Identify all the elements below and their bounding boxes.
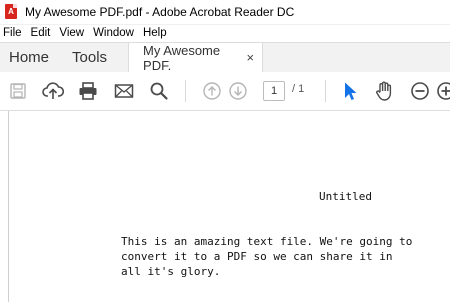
document-heading: Untitled xyxy=(319,190,372,203)
document-line: This is an amazing text file. We're goin… xyxy=(121,235,413,248)
page-edge xyxy=(8,111,9,302)
window-title: My Awesome PDF.pdf - Adobe Acrobat Reade… xyxy=(25,5,295,19)
page-up-icon[interactable] xyxy=(200,79,224,103)
acrobat-reader-icon: A xyxy=(5,4,19,20)
menu-bar: File Edit View Window Help xyxy=(0,25,450,41)
document-view[interactable]: Untitled This is an amazing text file. W… xyxy=(0,111,450,302)
zoom-in-icon[interactable] xyxy=(434,79,450,103)
page-total: / 1 xyxy=(292,83,305,95)
menu-view[interactable]: View xyxy=(55,27,89,39)
toolbar-divider xyxy=(325,80,326,102)
email-icon[interactable] xyxy=(112,79,136,103)
menu-file[interactable]: File xyxy=(0,27,27,39)
print-icon[interactable] xyxy=(76,79,100,103)
menu-window[interactable]: Window xyxy=(89,27,139,39)
tab-document[interactable]: My Awesome PDF. × xyxy=(128,42,264,73)
page-down-icon[interactable] xyxy=(226,79,250,103)
toolbar: 1 / 1 xyxy=(0,72,450,111)
tab-home[interactable]: Home xyxy=(0,43,63,72)
close-tab-button[interactable]: × xyxy=(246,50,254,65)
menu-edit[interactable]: Edit xyxy=(27,27,56,39)
tab-bar: Home Tools My Awesome PDF. × xyxy=(0,42,450,73)
document-line: all it's glory. xyxy=(121,265,221,278)
document-line: convert it to a PDF so we can share it i… xyxy=(121,250,393,263)
hand-tool-icon[interactable] xyxy=(373,79,397,103)
upload-icon[interactable] xyxy=(41,79,65,103)
title-bar: A My Awesome PDF.pdf - Adobe Acrobat Rea… xyxy=(0,0,450,25)
tab-document-label: My Awesome PDF. xyxy=(143,42,221,73)
page-number-input[interactable]: 1 xyxy=(263,81,285,101)
select-cursor-icon[interactable] xyxy=(338,79,362,103)
document-body: This is an amazing text file. We're goin… xyxy=(121,234,441,279)
save-icon[interactable] xyxy=(6,79,30,103)
menu-help[interactable]: Help xyxy=(139,27,172,39)
search-icon[interactable] xyxy=(147,79,171,103)
toolbar-divider xyxy=(185,80,186,102)
tab-tools[interactable]: Tools xyxy=(63,43,116,72)
zoom-out-icon[interactable] xyxy=(408,79,432,103)
